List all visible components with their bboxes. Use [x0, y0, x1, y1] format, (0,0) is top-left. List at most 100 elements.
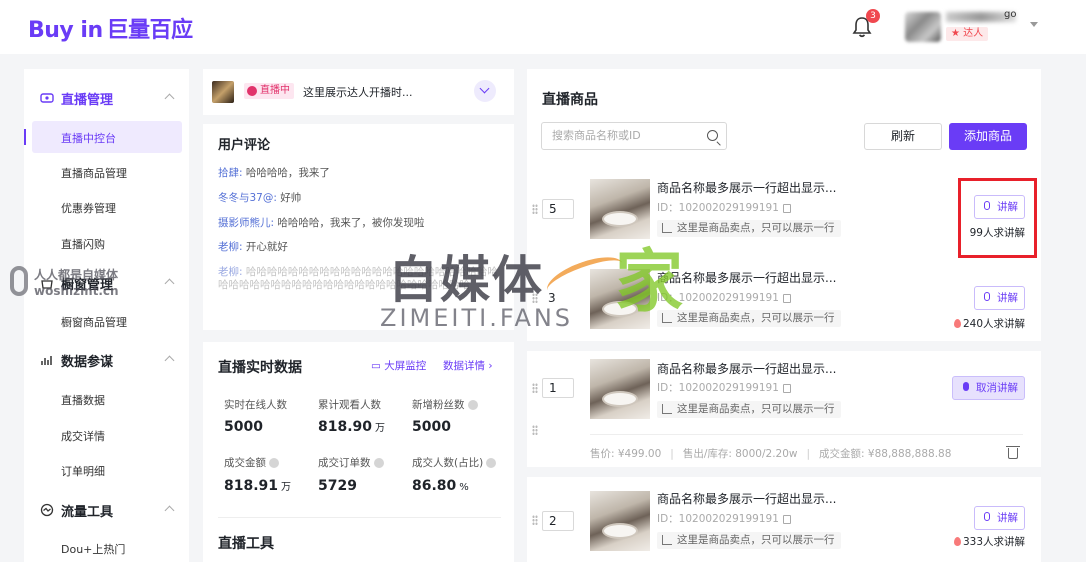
microphone-icon — [984, 512, 990, 521]
explain-button[interactable]: 讲解 — [974, 286, 1025, 310]
chevron-up-icon — [164, 93, 175, 104]
sidebar-item-order-details[interactable]: 订单明细 — [24, 454, 189, 486]
sidebar-item-showcase-products[interactable]: 橱窗商品管理 — [24, 305, 189, 337]
product-image — [590, 491, 650, 551]
product-title[interactable]: 商品名称最多展示一行超出显示... — [657, 360, 836, 377]
trash-icon[interactable] — [1006, 446, 1020, 459]
product-selling-point: 这里是商品卖点，只可以展示一行 — [657, 310, 841, 327]
top-bar: Buy in 巨量百应 3 go ★ 达人 — [0, 0, 1086, 54]
live-dot-icon — [247, 86, 257, 96]
product-price: 售价: ¥499.00 — [590, 448, 662, 460]
nav-group-live[interactable]: 直播管理 — [24, 81, 189, 115]
live-badge: 直播中 — [244, 83, 294, 99]
chart-icon — [41, 356, 52, 365]
microphone-icon — [963, 382, 969, 391]
help-icon — [373, 458, 384, 468]
product-selling-point: 这里是商品卖点，只可以展示一行 — [657, 220, 841, 237]
copy-icon[interactable] — [782, 203, 791, 213]
nav-group-label: 流量工具 — [61, 505, 114, 520]
logo-cn: 巨量百应 — [106, 18, 194, 43]
stat-label: 累计观看人数 — [318, 399, 381, 411]
copy-icon[interactable] — [782, 293, 791, 303]
product-meta: 售价: ¥499.00 | 售出/库存: 8000/2.20w | 成交金额: ¥88,… — [590, 448, 952, 460]
brand-logo[interactable]: Buy in 巨量百应 — [28, 12, 193, 44]
comment-item: 摄影师熊儿: 哈哈哈哈，我来了，被你发现啦 — [218, 217, 425, 229]
nav-group-data[interactable]: 数据参谋 — [24, 343, 189, 377]
stat-value: 5000 — [224, 419, 263, 435]
streamer-thumbnail — [212, 81, 234, 103]
row-gap — [527, 341, 1041, 351]
refresh-button[interactable]: 刷新 — [864, 123, 942, 150]
sidebar-item-flash-sale[interactable]: 直播闪购 — [24, 227, 189, 259]
edit-icon[interactable] — [662, 535, 672, 545]
screen-monitor-link[interactable]: ▭ 大屏监控 — [371, 358, 426, 373]
search-input[interactable] — [552, 129, 702, 142]
highlight-box — [958, 178, 1037, 258]
drag-handle-icon[interactable] — [532, 383, 538, 393]
sidebar-item-coupons[interactable]: 优惠券管理 — [24, 191, 189, 223]
stat-value: 5729 — [318, 478, 357, 494]
rank-input[interactable]: 5 — [542, 199, 574, 219]
stat-value: 818.91 万 — [224, 478, 292, 494]
user-menu-caret-icon[interactable] — [1030, 22, 1038, 27]
product-selling-point: 这里是商品卖点，只可以展示一行 — [657, 401, 841, 418]
explain-button[interactable]: 讲解 — [974, 506, 1025, 530]
drag-handle-icon[interactable] — [532, 425, 538, 435]
fire-icon — [953, 319, 961, 328]
copy-icon[interactable] — [782, 514, 791, 524]
live-status-card: 直播中 这里展示达人开播时... — [203, 69, 514, 115]
product-search[interactable] — [541, 122, 727, 150]
product-image — [590, 359, 650, 419]
product-title[interactable]: 商品名称最多展示一行超出显示... — [657, 490, 836, 507]
watermark-small: 人人都是自媒体 woshizmt.cn — [8, 264, 168, 304]
comment-item: 拾肆: 哈哈哈哈，我来了 — [218, 167, 330, 179]
search-icon[interactable] — [707, 130, 718, 141]
drag-handle-icon[interactable] — [532, 515, 538, 525]
chevron-up-icon — [164, 505, 175, 516]
sidebar-item-live-console[interactable]: 直播中控台 — [24, 121, 182, 153]
help-icon — [269, 458, 279, 468]
live-tools-title: 直播工具 — [218, 536, 274, 552]
edit-icon[interactable] — [662, 404, 672, 414]
product-id: ID：102002029199191 — [657, 380, 791, 395]
stat-label: 成交订单数 — [318, 455, 384, 470]
sidebar-item-dou-plus[interactable]: Dou+上热门 — [24, 532, 189, 562]
product-deal-amount: 成交金额: ¥88,888,888.88 — [819, 448, 952, 460]
stat-value: 86.80% — [412, 478, 469, 494]
notification-badge: 3 — [866, 9, 880, 23]
microphone-icon — [10, 266, 28, 296]
sidebar-item-live-data[interactable]: 直播数据 — [24, 383, 189, 415]
explain-request-count: 240人求讲解 — [953, 316, 1025, 331]
help-icon — [486, 458, 497, 468]
data-detail-link[interactable]: 数据详情 › — [443, 358, 493, 373]
comment-item: 冬冬与37@: 好帅 — [218, 192, 302, 204]
rank-input[interactable]: 2 — [542, 511, 574, 531]
realtime-title: 直播实时数据 — [218, 360, 302, 376]
stat-label: 成交金额 — [224, 455, 279, 470]
sidebar-item-live-products[interactable]: 直播商品管理 — [24, 156, 189, 188]
video-icon — [40, 93, 54, 103]
user-name: go — [1004, 9, 1017, 20]
drag-handle-icon[interactable] — [532, 204, 538, 214]
logo-en: Buy in — [28, 18, 103, 43]
stat-value: 5000 — [412, 419, 451, 435]
realtime-data-card: 直播实时数据 ▭ 大屏监控 数据详情 › 实时在线人数 5000 累计观看人数 … — [203, 342, 514, 562]
nav-group-label: 数据参谋 — [61, 355, 114, 370]
rank-input[interactable]: 1 — [542, 378, 574, 398]
nav-group-traffic[interactable]: 流量工具 — [24, 493, 189, 527]
cancel-explain-button[interactable]: 取消讲解 — [952, 376, 1025, 400]
stat-value: 818.90 万 — [318, 419, 386, 435]
product-title[interactable]: 商品名称最多展示一行超出显示... — [657, 179, 836, 196]
sidebar: 直播管理 直播中控台 直播商品管理 优惠券管理 直播闪购 橱窗管理 橱窗商品管理… — [24, 69, 189, 562]
chevron-down-icon — [479, 83, 490, 94]
product-title[interactable]: 商品名称最多展示一行超出显示... — [657, 269, 836, 286]
expand-button[interactable] — [474, 80, 496, 102]
add-product-button[interactable]: 添加商品 — [949, 123, 1027, 150]
copy-icon[interactable] — [782, 383, 791, 393]
products-title: 直播商品 — [542, 92, 598, 108]
help-icon — [467, 400, 478, 410]
avatar[interactable] — [905, 12, 941, 42]
product-stock: 售出/库存: 8000/2.20w — [682, 448, 798, 460]
comments-title: 用户评论 — [218, 138, 271, 153]
sidebar-item-deal-details[interactable]: 成交详情 — [24, 419, 189, 451]
